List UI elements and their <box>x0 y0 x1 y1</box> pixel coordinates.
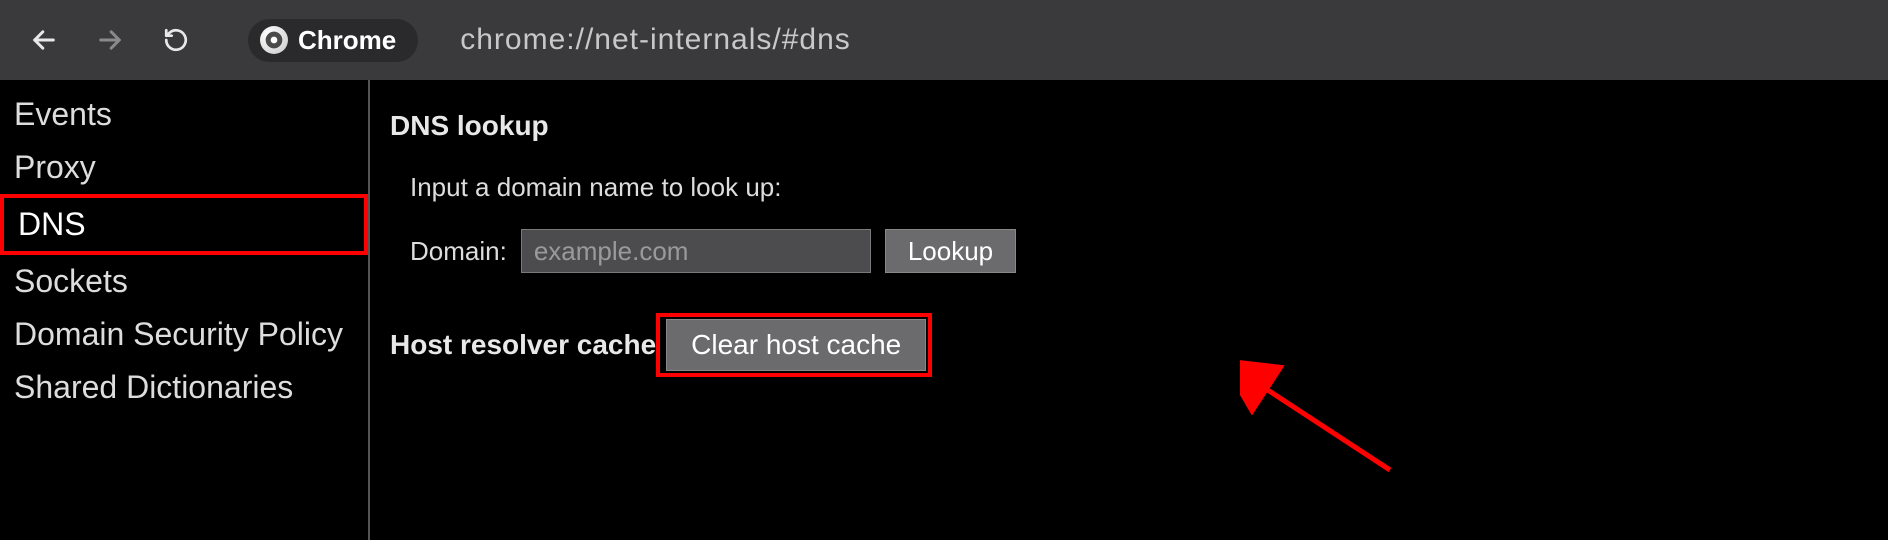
page-content: Events Proxy DNS Sockets Domain Security… <box>0 80 1888 540</box>
sidebar-item-proxy[interactable]: Proxy <box>0 141 368 194</box>
dns-lookup-row: Domain: Lookup <box>410 229 1868 273</box>
host-resolver-row: Host resolver cache Clear host cache <box>390 313 1868 377</box>
forward-button[interactable] <box>86 16 134 64</box>
sidebar-item-sockets[interactable]: Sockets <box>0 255 368 308</box>
sidebar-item-domain-security-policy[interactable]: Domain Security Policy <box>0 308 368 361</box>
domain-label: Domain: <box>410 236 507 267</box>
domain-input[interactable] <box>521 229 871 273</box>
main-panel: DNS lookup Input a domain name to look u… <box>370 80 1888 540</box>
url-text[interactable]: chrome://net-internals/#dns <box>460 23 851 57</box>
reload-button[interactable] <box>152 16 200 64</box>
browser-toolbar: Chrome chrome://net-internals/#dns <box>0 0 1888 80</box>
dns-lookup-prompt: Input a domain name to look up: <box>410 172 1868 203</box>
sidebar-item-dns[interactable]: DNS <box>0 194 368 255</box>
sidebar: Events Proxy DNS Sockets Domain Security… <box>0 80 370 540</box>
clear-host-cache-button[interactable]: Clear host cache <box>666 319 926 371</box>
dns-lookup-heading: DNS lookup <box>390 110 1868 142</box>
origin-chip-label: Chrome <box>298 25 396 56</box>
origin-chip[interactable]: Chrome <box>248 19 418 62</box>
annotation-arrow-icon <box>1240 360 1400 480</box>
annotation-highlight-clear-button: Clear host cache <box>656 313 932 377</box>
back-button[interactable] <box>20 16 68 64</box>
host-resolver-cache-heading: Host resolver cache <box>390 329 656 361</box>
chrome-icon <box>260 26 288 54</box>
lookup-button[interactable]: Lookup <box>885 229 1016 273</box>
sidebar-item-events[interactable]: Events <box>0 88 368 141</box>
sidebar-item-shared-dictionaries[interactable]: Shared Dictionaries <box>0 361 368 414</box>
